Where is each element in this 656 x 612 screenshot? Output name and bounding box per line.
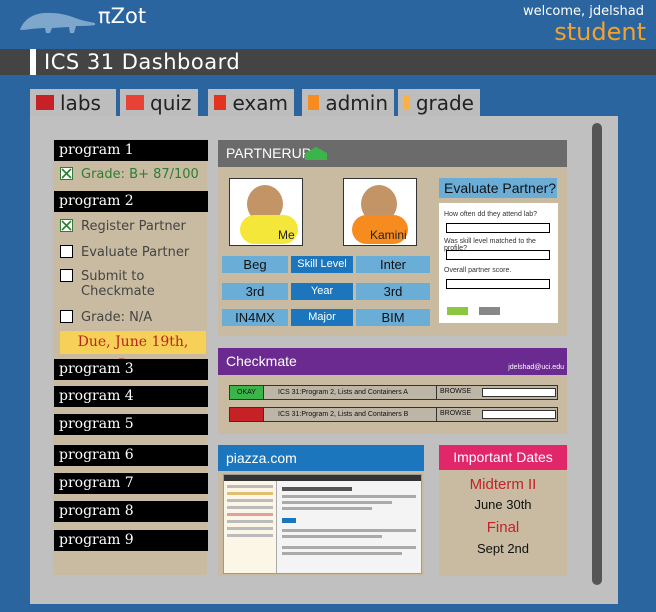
program-1[interactable]: program 1 [54, 140, 208, 161]
my-year: 3rd [222, 283, 288, 300]
task-submit-checkmate[interactable]: Submit to Checkmate [60, 269, 180, 299]
date-event-label: Midterm II [469, 476, 537, 493]
program-7[interactable]: program 7 [54, 473, 208, 494]
welcome-text: welcome, jdelshad [523, 4, 644, 19]
task-label: Submit to Checkmate [81, 269, 155, 299]
task-grade: Grade: N/A [60, 310, 152, 325]
tab-label: quiz [150, 90, 192, 115]
task-label: Grade: N/A [81, 310, 153, 325]
status-badge: OKAY [230, 386, 264, 399]
checked-checkbox-icon[interactable] [60, 219, 73, 232]
task-register-partner[interactable]: Register Partner [60, 219, 186, 234]
file-path-field[interactable] [482, 388, 556, 397]
piazza-header: piazza.com [218, 445, 424, 471]
my-skill-level: Beg [222, 256, 288, 273]
title-accent [30, 49, 36, 75]
my-major: IN4MX [222, 309, 288, 326]
date-value: Sept 2nd [476, 541, 530, 556]
admin-swatch [308, 95, 320, 110]
piazza-preview[interactable] [223, 474, 422, 574]
checkmate-row[interactable]: ICS 31:Program 2, Lists and Containers B… [229, 407, 558, 422]
me-avatar-card: Me [229, 178, 303, 246]
program-4[interactable]: program 4 [54, 386, 208, 407]
page-title: ICS 31 Dashboard [44, 50, 241, 74]
due-date-badge: Due, June 19th, 5pm [60, 331, 206, 373]
partner-avatar-card: Kamini [343, 178, 417, 246]
program-8[interactable]: program 8 [54, 501, 208, 522]
checkmate-row[interactable]: OKAY ICS 31:Program 2, Lists and Contain… [229, 385, 558, 400]
question-label: How often dd they attend lab? [444, 211, 538, 218]
skill-level-label: Skill Level [291, 256, 353, 273]
browse-button[interactable]: BROWSE [436, 408, 478, 421]
program-5[interactable]: program 5 [54, 414, 208, 435]
tab-label: exam [232, 90, 288, 115]
checkmate-title: Checkmate [226, 353, 297, 369]
checkbox-icon[interactable] [60, 245, 73, 258]
year-label: Year [291, 283, 353, 300]
tab-exam[interactable]: exam [208, 89, 294, 116]
question-label: Overall partner score. [444, 267, 512, 274]
checkmate-email: jdelshad@uci.edu [508, 364, 564, 371]
cancel-button[interactable] [479, 307, 500, 315]
checked-checkbox-icon [60, 167, 73, 180]
file-path-field[interactable] [482, 410, 556, 419]
major-label: Major [291, 309, 353, 326]
program-2[interactable]: program 2 [54, 191, 208, 212]
piazza-title[interactable]: piazza.com [226, 450, 297, 466]
tab-label: admin [325, 90, 388, 115]
tab-admin[interactable]: admin [302, 89, 394, 116]
skill-match-input[interactable] [446, 250, 550, 260]
scrollbar[interactable] [592, 123, 602, 585]
partner-label: Kamini [370, 228, 407, 242]
tab-labs[interactable]: labs [30, 89, 116, 116]
submission-name: ICS 31:Program 2, Lists and Containers A [278, 389, 408, 396]
date-value: June 30th [474, 497, 532, 512]
attendance-input[interactable] [446, 223, 550, 233]
status-badge [230, 408, 264, 421]
evaluate-partner-title: Evaluate Partner? [439, 178, 557, 198]
program-6[interactable]: program 6 [54, 445, 208, 466]
page-title-bar: ICS 31 Dashboard [0, 49, 656, 75]
exam-swatch [214, 95, 227, 110]
task-label: Evaluate Partner [81, 245, 190, 260]
browse-button[interactable]: BROWSE [436, 386, 478, 399]
partner-skill-level: Inter [356, 256, 430, 273]
program-9[interactable]: program 9 [54, 530, 208, 551]
home-icon [305, 147, 327, 160]
tab-grade[interactable]: grade [398, 89, 480, 116]
tab-quiz[interactable]: quiz [120, 89, 198, 116]
grade-swatch [404, 95, 410, 110]
anteater-logo-icon [20, 12, 95, 33]
partnerup-header: PARTNERUP [218, 140, 567, 167]
task-label: Register Partner [81, 219, 186, 234]
submission-name: ICS 31:Program 2, Lists and Containers B [278, 411, 409, 418]
evaluate-form: How often dd they attend lab? Was skill … [439, 203, 558, 323]
checkbox-icon[interactable] [60, 269, 73, 282]
brand-name[interactable]: πZot [98, 4, 146, 28]
partner-score-input[interactable] [446, 279, 550, 289]
tab-label: labs [60, 90, 101, 115]
labs-swatch [36, 95, 54, 110]
important-dates-title: Important Dates [439, 445, 567, 470]
user-role: student [554, 18, 646, 46]
checkbox-icon [60, 310, 73, 323]
program-3[interactable]: program 3 [54, 359, 208, 380]
partnerup-title: PARTNERUP [226, 145, 312, 161]
tab-label: grade [415, 90, 474, 115]
me-label: Me [278, 228, 295, 242]
partner-year: 3rd [356, 283, 430, 300]
quiz-swatch [126, 95, 144, 110]
partner-major: BIM [356, 309, 430, 326]
program-1-grade: Grade: B+ 87/100 [60, 167, 199, 182]
submit-button[interactable] [447, 307, 468, 315]
date-event-label: Final [486, 519, 520, 536]
grade-text: Grade: B+ 87/100 [81, 167, 199, 182]
task-evaluate-partner[interactable]: Evaluate Partner [60, 245, 189, 260]
